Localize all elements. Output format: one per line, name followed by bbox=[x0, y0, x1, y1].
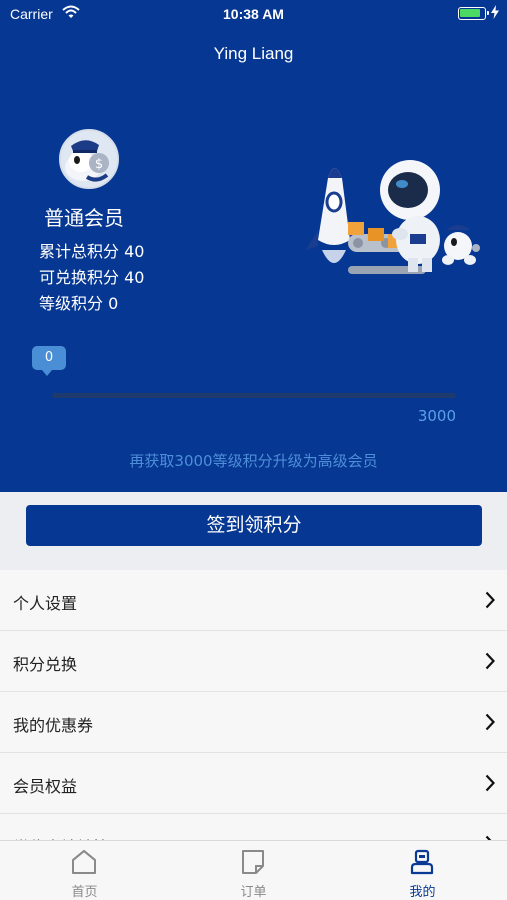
member-level-name: 普通会员 bbox=[44, 206, 124, 230]
checkin-section: 签到领积分 bbox=[0, 492, 507, 570]
chevron-right-icon bbox=[485, 713, 495, 731]
upgrade-tip: 再获取3000等级积分升级为高级会员 bbox=[129, 452, 378, 470]
profile-icon bbox=[410, 849, 434, 875]
member-header: Carrier 10:38 AM Ying Liang $ 普通会员 累计总积分… bbox=[0, 0, 507, 492]
tab-bar: 首页 订单 我的 bbox=[0, 840, 507, 900]
svg-text:$: $ bbox=[95, 157, 103, 172]
chevron-right-icon bbox=[485, 591, 495, 609]
mascot-avatar-icon[interactable]: $ bbox=[59, 129, 119, 189]
tab-orders[interactable]: 订单 bbox=[169, 841, 338, 900]
menu-item-label: 我的优惠券 bbox=[13, 716, 94, 735]
level-progress-bar bbox=[52, 393, 456, 398]
menu-item-member-benefits[interactable]: 会员权益 bbox=[0, 753, 507, 814]
settings-menu: 个人设置 积分兑换 我的优惠券 会员权益 常住人地址管理 bbox=[0, 570, 507, 875]
status-time: 10:38 AM bbox=[223, 6, 284, 22]
chevron-right-icon bbox=[485, 652, 495, 670]
menu-item-label: 个人设置 bbox=[13, 594, 78, 613]
progress-max-label: 3000 bbox=[417, 407, 456, 425]
menu-item-coupons[interactable]: 我的优惠券 bbox=[0, 692, 507, 753]
level-points: 等级积分 0 bbox=[39, 294, 119, 313]
robot-illustration-icon bbox=[306, 160, 480, 274]
charging-icon bbox=[491, 5, 499, 19]
menu-item-personal-settings[interactable]: 个人设置 bbox=[0, 570, 507, 631]
redeemable-points: 可兑换积分 40 bbox=[39, 268, 145, 287]
menu-item-label: 积分兑换 bbox=[13, 655, 78, 674]
home-icon bbox=[72, 849, 96, 874]
battery-icon bbox=[458, 7, 489, 20]
menu-item-points-exchange[interactable]: 积分兑换 bbox=[0, 631, 507, 692]
tab-label: 订单 bbox=[240, 885, 267, 900]
status-bar: Carrier 10:38 AM bbox=[0, 0, 507, 28]
tab-home[interactable]: 首页 bbox=[0, 841, 169, 900]
order-icon bbox=[242, 850, 264, 874]
checkin-button[interactable]: 签到领积分 bbox=[26, 505, 482, 546]
progress-current-badge: 0 bbox=[32, 346, 66, 376]
total-points: 累计总积分 40 bbox=[39, 242, 145, 261]
chevron-right-icon bbox=[485, 774, 495, 792]
tab-label: 我的 bbox=[409, 885, 436, 900]
tab-label: 首页 bbox=[71, 885, 98, 900]
tab-mine[interactable]: 我的 bbox=[338, 841, 507, 900]
menu-item-label: 会员权益 bbox=[13, 777, 78, 796]
page-title: Ying Liang bbox=[213, 44, 294, 63]
